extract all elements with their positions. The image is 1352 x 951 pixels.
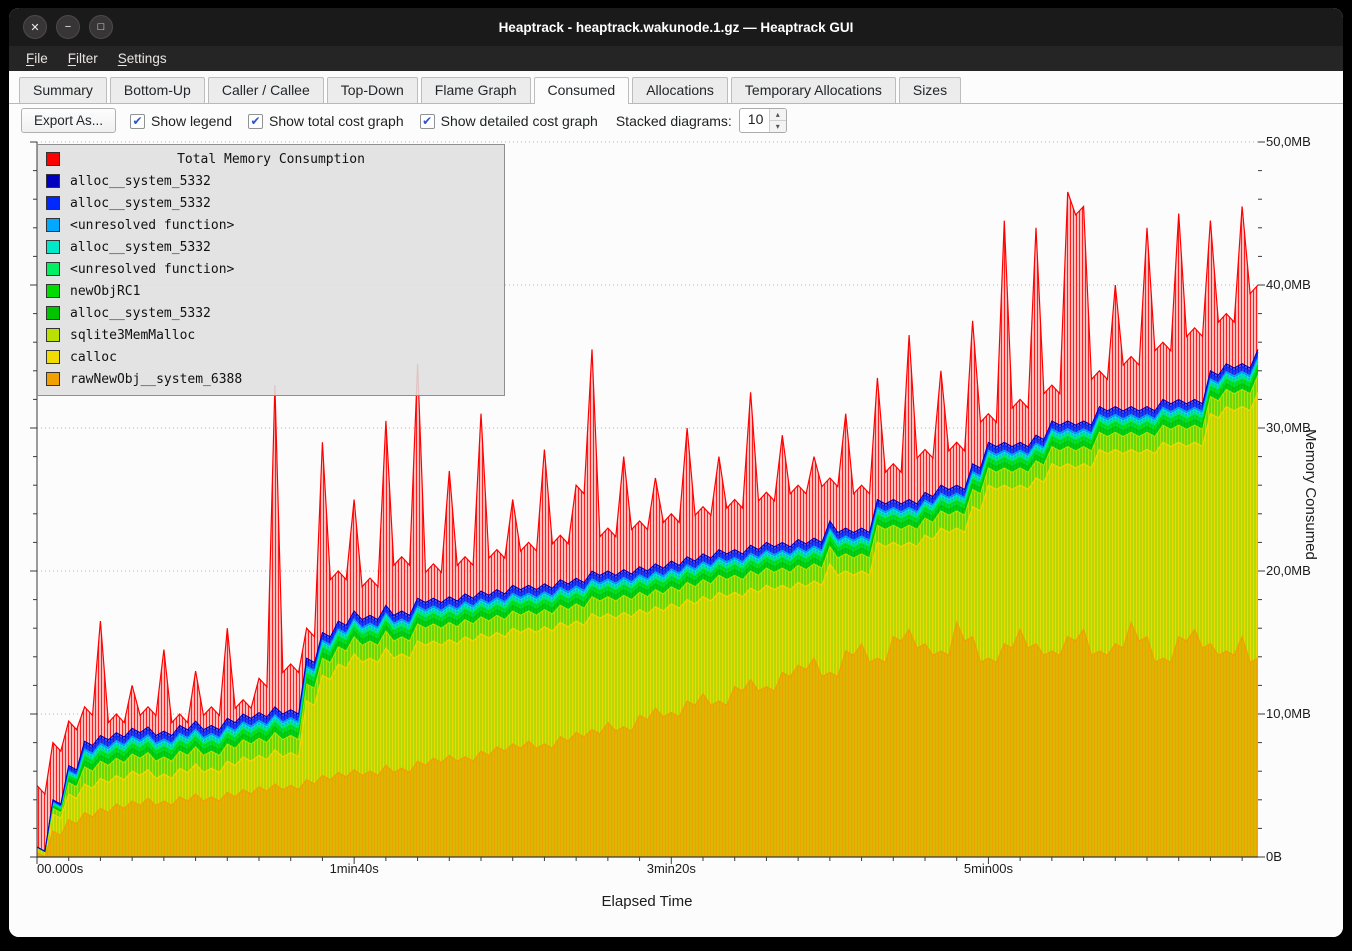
legend-title: Total Memory Consumption xyxy=(70,152,472,167)
tab-top-down[interactable]: Top-Down xyxy=(327,77,418,103)
checkbox-show-total-cost-graph[interactable]: ✔ Show total cost graph xyxy=(248,113,404,129)
legend-title-row: Total Memory Consumption xyxy=(38,148,504,170)
y-tick-label: 20,0MB xyxy=(1266,563,1311,578)
legend-item: sqlite3MemMalloc xyxy=(38,324,504,346)
y-tick-label: 10,0MB xyxy=(1266,706,1311,721)
toolbar-checkboxes: ✔ Show legend ✔ Show total cost graph ✔ Show … xyxy=(130,112,614,130)
checkbox-show-legend[interactable]: ✔ Show legend xyxy=(130,113,232,129)
checkmark-icon: ✔ xyxy=(248,114,263,129)
legend-item: <unresolved function> xyxy=(38,258,504,280)
x-axis-title: Elapsed Time xyxy=(602,893,693,910)
y-tick-label: 0B xyxy=(1266,849,1282,864)
stacked-diagrams-label: Stacked diagrams: xyxy=(616,113,732,129)
legend-swatch xyxy=(46,240,60,254)
maximize-icon: □ xyxy=(98,21,105,33)
x-tick-label: 5min00s xyxy=(964,861,1013,876)
tab-allocations[interactable]: Allocations xyxy=(632,77,728,103)
stacked-diagrams-value: 10 xyxy=(740,109,769,132)
titlebar: ✕ − □ Heaptrack - heaptrack.wakunode.1.g… xyxy=(9,8,1343,46)
minimize-icon: − xyxy=(65,21,71,33)
checkbox-label: Show total cost graph xyxy=(269,113,404,129)
legend-swatch xyxy=(46,262,60,276)
tab-temporary-allocations[interactable]: Temporary Allocations xyxy=(731,77,896,103)
spinbox-steppers: ▴ ▾ xyxy=(769,109,786,132)
checkmark-icon: ✔ xyxy=(420,114,435,129)
checkbox-label: Show legend xyxy=(151,113,232,129)
tab-flame-graph[interactable]: Flame Graph xyxy=(421,77,531,103)
legend-item: alloc__system_5332 xyxy=(38,302,504,324)
stacked-diagrams-spinbox[interactable]: 10 ▴ ▾ xyxy=(739,108,787,133)
legend-item: calloc xyxy=(38,346,504,368)
spin-down-icon[interactable]: ▾ xyxy=(770,120,786,132)
minimize-button[interactable]: − xyxy=(56,15,80,39)
legend-item: rawNewObj__system_6388 xyxy=(38,368,504,390)
heaptrack-window: ✕ − □ Heaptrack - heaptrack.wakunode.1.g… xyxy=(9,8,1343,937)
chart-legend: Total Memory Consumption alloc__system_53… xyxy=(37,144,505,396)
y-axis-title: Memory Consumed xyxy=(1302,429,1319,560)
legend-item: newObjRC1 xyxy=(38,280,504,302)
main-content: SummaryBottom-UpCaller / CalleeTop-DownF… xyxy=(9,71,1343,937)
legend-swatch xyxy=(46,284,60,298)
tab-caller-callee[interactable]: Caller / Callee xyxy=(208,77,324,103)
legend-swatch xyxy=(46,350,60,364)
legend-swatch xyxy=(46,218,60,232)
legend-label: alloc__system_5332 xyxy=(70,196,211,211)
close-icon: ✕ xyxy=(30,21,39,34)
menubar: FileFilterSettings xyxy=(9,46,1343,71)
menu-filter[interactable]: Filter xyxy=(59,48,107,69)
toolbar: Export As... ✔ Show legend ✔ Show total cos… xyxy=(9,104,1343,137)
spin-up-icon[interactable]: ▴ xyxy=(770,109,786,120)
legend-swatch xyxy=(46,306,60,320)
legend-label: <unresolved function> xyxy=(70,218,234,233)
tab-bar: SummaryBottom-UpCaller / CalleeTop-DownF… xyxy=(9,71,1343,104)
consumed-chart-area: Total Memory Consumption alloc__system_53… xyxy=(9,137,1343,937)
legend-swatch xyxy=(46,328,60,342)
checkmark-icon: ✔ xyxy=(130,114,145,129)
legend-label: rawNewObj__system_6388 xyxy=(70,372,242,387)
tab-sizes[interactable]: Sizes xyxy=(899,77,961,103)
legend-swatch xyxy=(46,174,60,188)
window-title: Heaptrack - heaptrack.wakunode.1.gz — He… xyxy=(499,20,854,35)
legend-label: sqlite3MemMalloc xyxy=(70,328,195,343)
legend-swatch xyxy=(46,196,60,210)
legend-item: alloc__system_5332 xyxy=(38,236,504,258)
close-button[interactable]: ✕ xyxy=(23,15,47,39)
x-tick-label: 1min40s xyxy=(330,861,379,876)
x-tick-label: 3min20s xyxy=(647,861,696,876)
legend-swatch xyxy=(46,372,60,386)
x-tick-label: 00.000s xyxy=(37,861,83,876)
legend-label: alloc__system_5332 xyxy=(70,306,211,321)
legend-label: alloc__system_5332 xyxy=(70,240,211,255)
tab-summary[interactable]: Summary xyxy=(19,77,107,103)
maximize-button[interactable]: □ xyxy=(89,15,113,39)
legend-item: <unresolved function> xyxy=(38,214,504,236)
y-tick-label: 40,0MB xyxy=(1266,277,1311,292)
legend-label: newObjRC1 xyxy=(70,284,140,299)
legend-item: alloc__system_5332 xyxy=(38,170,504,192)
menu-settings[interactable]: Settings xyxy=(109,48,176,69)
legend-label: <unresolved function> xyxy=(70,262,234,277)
window-controls: ✕ − □ xyxy=(23,15,113,39)
export-as-button[interactable]: Export As... xyxy=(21,108,116,133)
tab-consumed[interactable]: Consumed xyxy=(534,77,630,104)
legend-label: alloc__system_5332 xyxy=(70,174,211,189)
legend-swatch xyxy=(46,152,60,166)
menu-file[interactable]: File xyxy=(17,48,57,69)
y-tick-label: 50,0MB xyxy=(1266,134,1311,149)
checkbox-label: Show detailed cost graph xyxy=(441,113,598,129)
legend-label: calloc xyxy=(70,350,117,365)
tab-bottom-up[interactable]: Bottom-Up xyxy=(110,77,205,103)
checkbox-show-detailed-cost-graph[interactable]: ✔ Show detailed cost graph xyxy=(420,113,598,129)
legend-item: alloc__system_5332 xyxy=(38,192,504,214)
